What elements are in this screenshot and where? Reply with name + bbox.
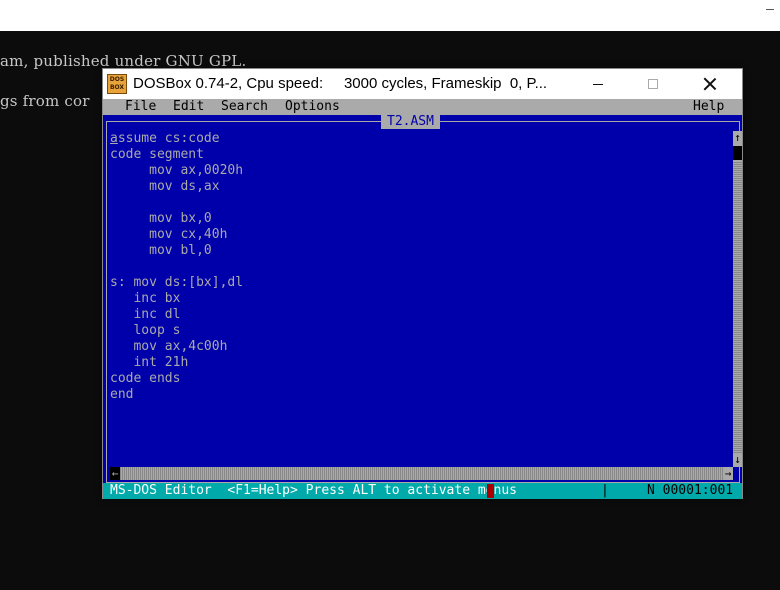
code-line: inc bx [110,291,181,306]
code-line: mov ax,4c00h [110,339,228,354]
terminal-line-2: gs from cor [0,92,90,110]
code-line: s: mov ds:[bx],dl [110,275,244,290]
maximize-icon [648,79,658,89]
minimize-icon [593,83,603,85]
menu-options[interactable]: Options [285,99,340,115]
code-line: mov cx,40h [110,227,228,242]
code-line: inc dl [110,307,181,322]
code-line-text: ssume cs:code [117,131,220,146]
menu-file[interactable]: File [125,99,156,115]
code-line: mov ds,ax [110,179,220,194]
file-title: T2.ASM [381,114,440,129]
code-line: assume cs:code [110,131,730,147]
status-bar: MS-DOS Editor <F1=Help> Press ALT to act… [103,483,742,499]
menu-search[interactable]: Search [221,99,268,115]
code-line: mov bx,0 [110,211,212,226]
host-window-titlebar [0,0,780,31]
scroll-down-arrow-icon[interactable]: ↓ [733,453,742,467]
status-help-text: MS-DOS Editor <F1=Help> Press ALT to act… [110,483,517,498]
code-line: int 21h [110,355,189,370]
menu-help[interactable]: Help [693,99,724,115]
menu-edit[interactable]: Edit [173,99,204,115]
vertical-scroll-track[interactable] [733,161,742,453]
horizontal-scrollbar[interactable]: ← → [110,467,733,480]
dosbox-title: DOSBox 0.74-2, Cpu speed: 3000 cycles, F… [133,75,548,92]
status-divider: | [601,483,609,498]
status-cursor-block [487,484,494,498]
close-icon [703,77,717,91]
code-line: loop s [110,323,181,338]
minimize-button[interactable] [575,69,621,99]
code-line: code segment [110,147,204,162]
close-button[interactable] [687,69,733,99]
dos-screen: File Edit Search Options Help T2.ASM ass… [103,99,742,499]
code-line: end [110,387,134,402]
menu-bar: File Edit Search Options Help [103,99,742,115]
dosbox-app-icon[interactable]: DOS BOX [107,74,127,94]
code-area[interactable]: assume cs:code code segment mov ax,0020h… [110,131,730,403]
scroll-up-arrow-icon[interactable]: ↑ [733,131,742,145]
code-line: code ends [110,371,181,386]
scroll-right-arrow-icon[interactable]: → [723,467,733,480]
scroll-left-arrow-icon[interactable]: ← [110,467,120,480]
text-cursor: a [110,131,118,146]
maximize-button[interactable] [630,69,676,99]
vertical-scroll-thumb[interactable] [733,146,742,160]
code-line: mov ax,0020h [110,163,244,178]
dosbox-window: DOS BOX DOSBox 0.74-2, Cpu speed: 3000 c… [102,68,743,499]
host-minimize-icon[interactable] [764,3,776,15]
vertical-scrollbar[interactable]: ↑ ↓ [733,131,742,467]
dosbox-titlebar[interactable]: DOS BOX DOSBox 0.74-2, Cpu speed: 3000 c… [103,69,742,99]
cursor-position: N 00001:001 [647,483,734,498]
code-line: mov bl,0 [110,243,212,258]
